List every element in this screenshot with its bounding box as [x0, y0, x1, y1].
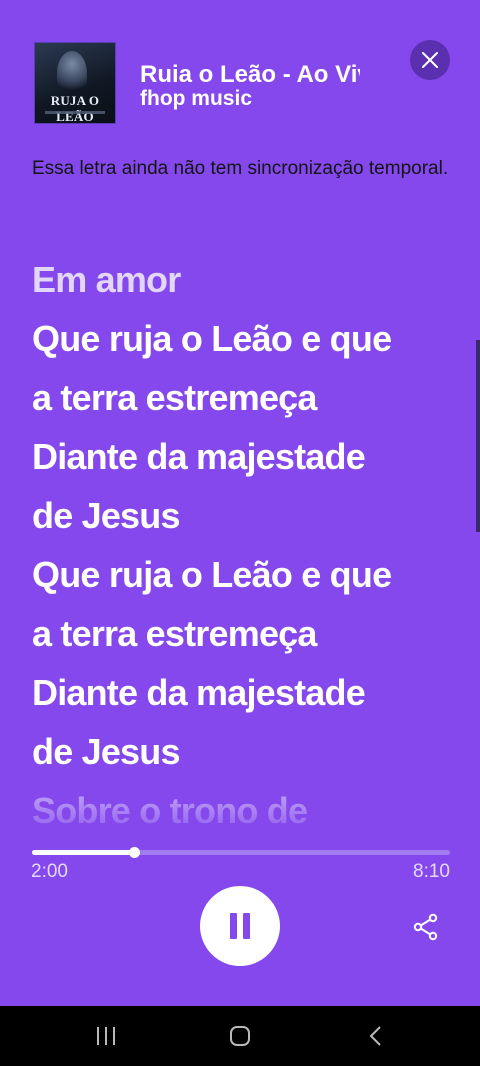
home-button[interactable] [212, 1014, 268, 1058]
pause-button[interactable] [200, 886, 280, 966]
pause-icon [230, 913, 237, 939]
total-time: 8:10 [413, 861, 450, 882]
track-artist[interactable]: fhop music [140, 87, 252, 111]
system-navigation-bar [0, 1006, 480, 1066]
recent-apps-icon [97, 1027, 115, 1045]
lyrics-panel[interactable]: Em amor Que ruja o Leão e que a terra es… [32, 250, 462, 832]
pause-icon-bar [243, 913, 250, 939]
elapsed-time: 2:00 [31, 861, 68, 882]
cover-title: RUJA O LEÃO [50, 93, 100, 124]
lyric-line: de Jesus [32, 495, 181, 536]
close-button[interactable] [410, 40, 450, 80]
seek-bar[interactable] [32, 847, 450, 858]
back-icon [369, 1026, 381, 1046]
close-icon [422, 52, 438, 68]
share-icon [413, 913, 438, 941]
seek-bar-thumb[interactable] [129, 847, 141, 858]
seek-bar-fill [32, 850, 135, 855]
lyric-line: Diante da majestade [32, 436, 366, 477]
lyric-line: Em amor [32, 259, 181, 300]
lyric-line: de Jesus [32, 731, 181, 772]
cover-artist-figure [57, 51, 87, 95]
lyric-line: a terra estremeça [32, 613, 317, 654]
lyric-line: Que ruja o Leão e que [32, 554, 392, 595]
share-button[interactable] [408, 910, 444, 944]
album-cover: RUJA O LEÃO [34, 42, 116, 124]
lyric-line: a terra estremeça [32, 377, 317, 418]
lyric-line: Diante da majestade [32, 672, 366, 713]
home-icon [230, 1026, 250, 1046]
lyrics-sync-notice: Essa letra ainda não tem sincronização t… [32, 158, 449, 179]
player-header: RUJA O LEÃO Ruja o Leão - Ao Vivo fhop m… [0, 0, 480, 140]
recent-apps-button[interactable] [78, 1014, 134, 1058]
cover-subtitle-line [45, 111, 105, 114]
back-button[interactable] [348, 1014, 404, 1058]
lyric-line: Que ruja o Leão e que [32, 318, 392, 359]
track-title: Ruja o Leão - Ao Vivo [140, 61, 360, 82]
lyric-line: Sobre o trono de [32, 790, 308, 831]
scrollbar[interactable] [476, 340, 480, 532]
